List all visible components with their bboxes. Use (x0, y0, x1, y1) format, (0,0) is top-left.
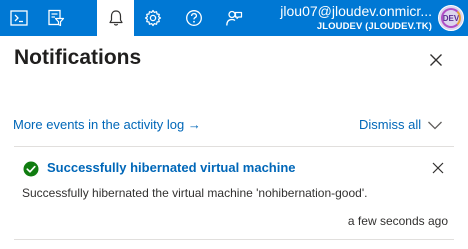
account-email: jlou07@jloudev.onmicr... (280, 3, 432, 19)
account-info[interactable]: jlou07@jloudev.onmicr... JLOUDEV (JLOUDE… (280, 3, 432, 33)
activity-log-link[interactable]: More events in the activity log → (13, 117, 201, 132)
arrow-right-icon: → (187, 117, 201, 132)
notifications-bell-icon (108, 10, 123, 26)
cloud-shell-button[interactable] (0, 0, 37, 36)
close-icon[interactable] (432, 162, 444, 174)
activity-log-link-text: More events in the activity log (13, 117, 185, 132)
help-button[interactable] (175, 0, 212, 36)
avatar[interactable]: DEV (438, 5, 464, 31)
account-tenant: JLOUDEV (JLOUDEV.TK) (316, 21, 432, 32)
notification-message: Successfully hibernated the virtual mach… (22, 186, 368, 200)
cloud-shell-icon (9, 10, 28, 26)
notification-timestamp: a few seconds ago (347, 214, 448, 228)
success-check-icon (23, 161, 39, 177)
directory-filter-button[interactable] (37, 0, 74, 36)
notifications-button[interactable] (97, 0, 134, 36)
dismiss-all-button[interactable]: Dismiss all (359, 117, 421, 132)
notification-card[interactable]: Successfully hibernated virtual machine … (14, 146, 454, 240)
settings-gear-icon (144, 9, 161, 27)
directory-filter-icon (47, 9, 64, 27)
feedback-button[interactable] (215, 0, 252, 36)
avatar-ring (441, 8, 461, 28)
chevron-down-icon[interactable] (427, 119, 443, 131)
close-panel-icon[interactable] (428, 52, 444, 68)
notification-title[interactable]: Successfully hibernated virtual machine (47, 160, 296, 175)
feedback-icon (225, 10, 242, 26)
portal-top-bar: jlou07@jloudev.onmicr... JLOUDEV (JLOUDE… (0, 0, 468, 36)
panel-title: Notifications (14, 46, 142, 69)
settings-button[interactable] (134, 0, 171, 36)
help-icon (185, 10, 202, 26)
